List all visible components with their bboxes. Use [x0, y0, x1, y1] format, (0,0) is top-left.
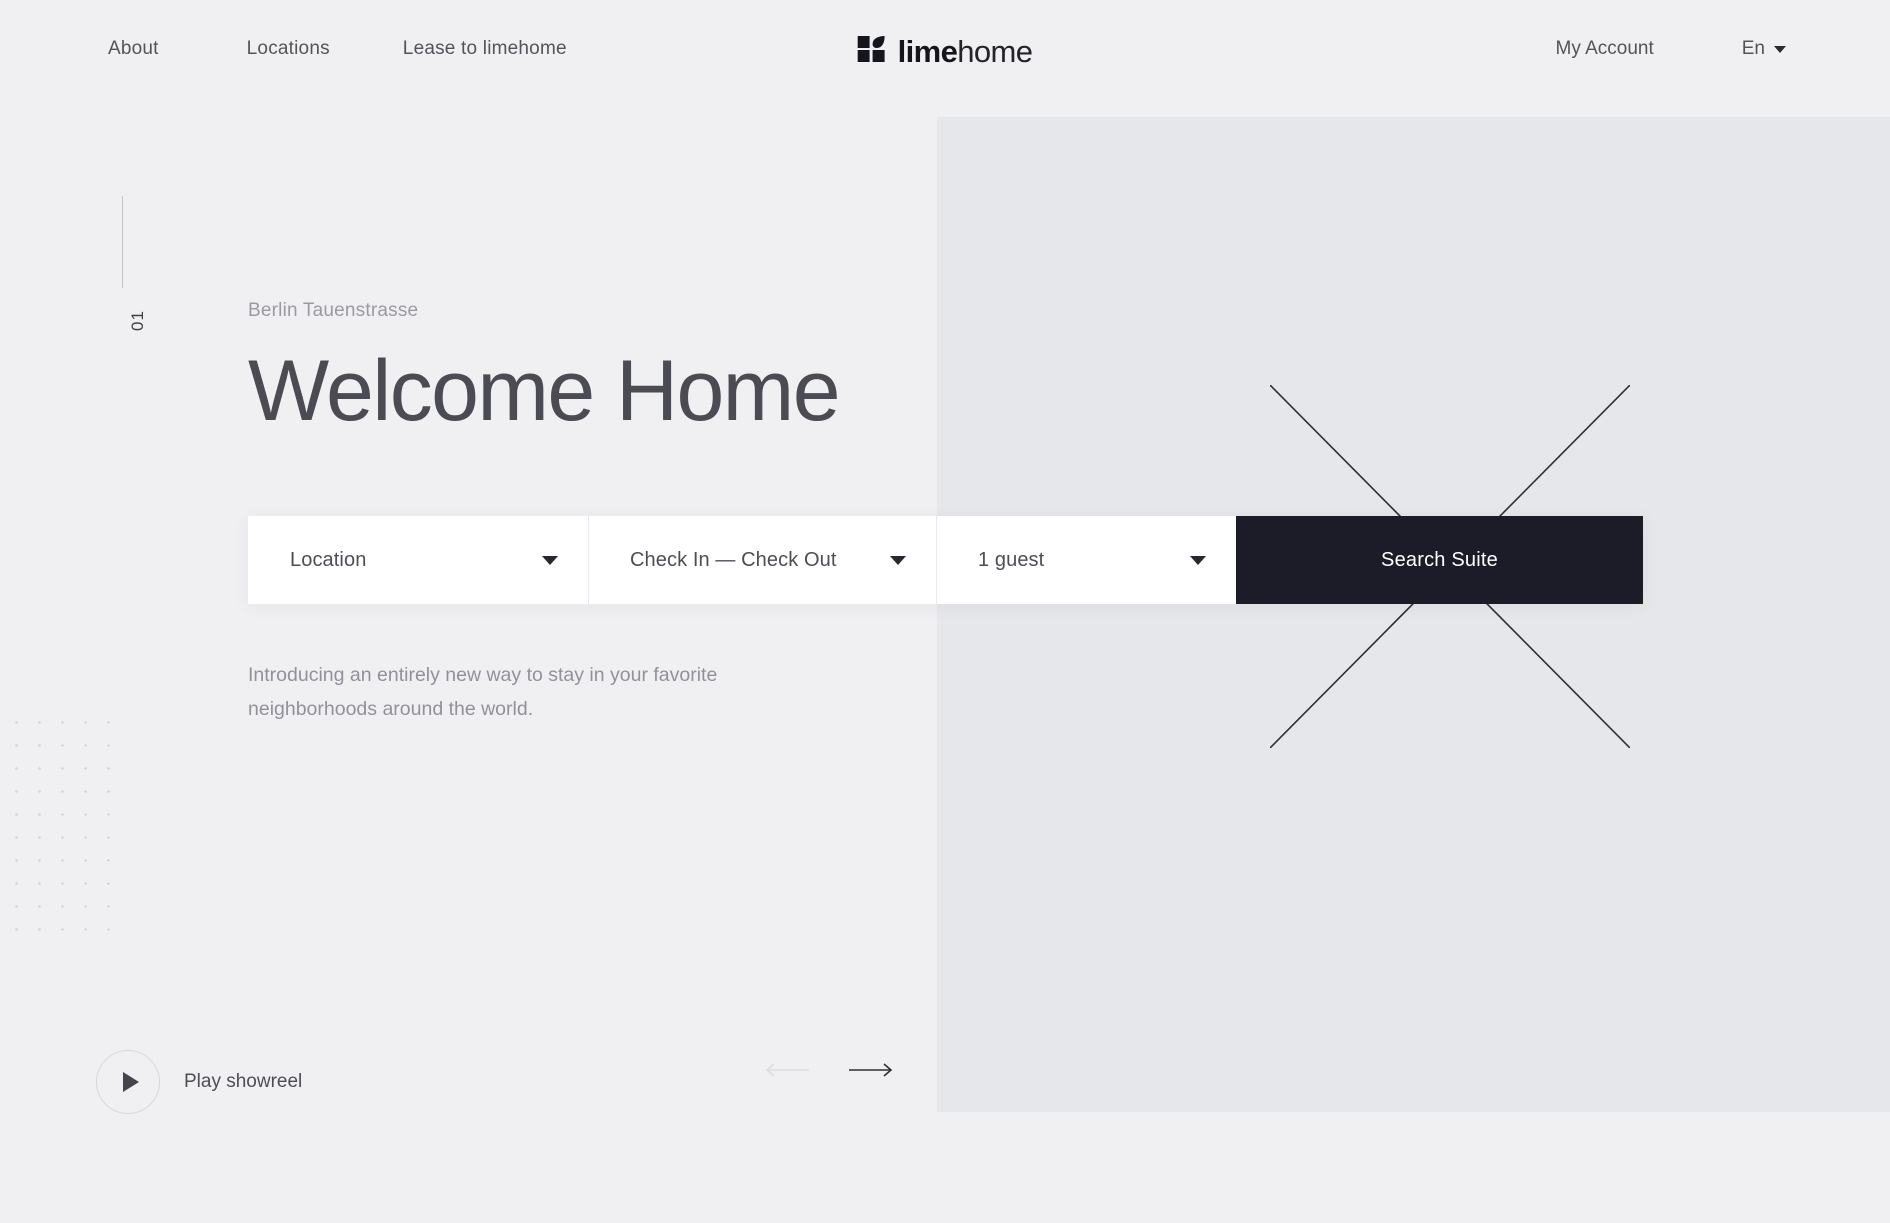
limehome-squares-leaf-icon — [857, 34, 888, 69]
carousel-navigation — [765, 1062, 893, 1078]
play-triangle-icon — [96, 1050, 160, 1114]
language-label: En — [1741, 38, 1765, 59]
play-showreel-button[interactable]: Play showreel — [96, 1050, 302, 1114]
my-account-link[interactable]: My Account — [1556, 38, 1654, 60]
brand-word-lime: lime — [897, 34, 958, 69]
site-header: About Locations Lease to limehome limeho… — [0, 0, 1890, 110]
dates-select[interactable]: Check In — Check Out — [588, 516, 936, 604]
hero-image-panel — [937, 117, 1890, 1112]
guests-select[interactable]: 1 guest — [936, 516, 1236, 604]
brand-wordmark: limehome — [898, 36, 1033, 67]
brand-word-home: home — [957, 34, 1033, 69]
hero-location-eyebrow: Berlin Tauenstrasse — [248, 300, 419, 321]
page-title: Welcome Home — [248, 343, 841, 439]
hero-intro-text: Introducing an entirely new way to stay … — [248, 664, 718, 720]
chevron-down-icon — [1190, 555, 1206, 565]
chevron-down-icon — [1774, 45, 1786, 53]
suite-search-bar: Location Check In — Check Out 1 guest Se… — [248, 516, 1643, 604]
dot-grid-decoration — [0, 706, 130, 936]
guests-select-value: 1 guest — [978, 548, 1045, 571]
search-suite-button[interactable]: Search Suite — [1236, 516, 1643, 604]
location-select-value: Location — [290, 548, 367, 571]
nav-link-locations[interactable]: Locations — [247, 38, 330, 60]
primary-nav: About Locations Lease to limehome — [108, 38, 567, 60]
secondary-nav: My Account En — [1556, 38, 1786, 60]
brand-logo[interactable]: limehome — [857, 34, 1033, 69]
arrow-left-icon — [765, 1063, 809, 1077]
carousel-next-button[interactable] — [849, 1062, 893, 1078]
dates-select-value: Check In — Check Out — [630, 548, 837, 571]
slide-index-number: 01 — [128, 310, 147, 331]
hero-content: Berlin Tauenstrasse Welcome Home — [248, 300, 1148, 434]
slide-index-mark: 01 — [110, 196, 149, 351]
slide-index-rule — [122, 196, 123, 288]
nav-link-about[interactable]: About — [108, 38, 159, 60]
carousel-prev-button[interactable] — [765, 1062, 809, 1078]
location-select[interactable]: Location — [248, 516, 588, 604]
chevron-down-icon — [890, 555, 906, 565]
arrow-right-icon — [849, 1063, 893, 1077]
nav-link-lease-to-limehome[interactable]: Lease to limehome — [403, 38, 567, 60]
chevron-down-icon — [542, 555, 558, 565]
play-showreel-label: Play showreel — [184, 1071, 303, 1092]
language-selector[interactable]: En — [1742, 38, 1786, 60]
